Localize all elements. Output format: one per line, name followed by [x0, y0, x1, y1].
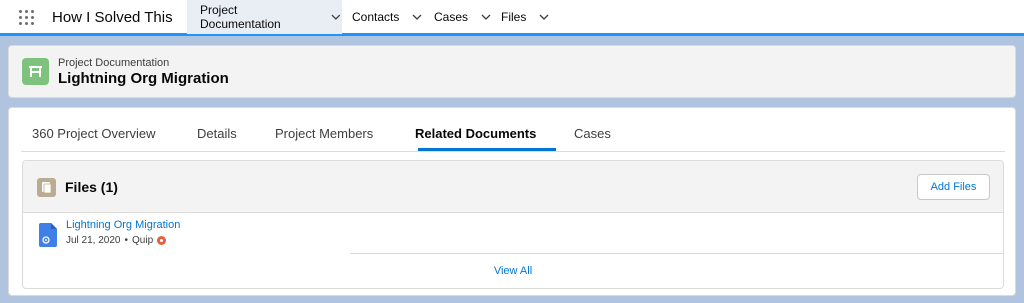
tab-details[interactable]: Details — [197, 126, 237, 141]
record-tabset: 360 Project Overview Details Project Mem… — [21, 108, 1005, 152]
files-title: Files (1) — [65, 179, 118, 195]
tab-cases[interactable]: Cases — [574, 126, 611, 141]
chevron-down-icon[interactable] — [411, 11, 423, 23]
tab-related-documents[interactable]: Related Documents — [415, 126, 536, 141]
files-header: Files (1) Add Files — [23, 161, 1003, 213]
app-name: How I Solved This — [52, 9, 173, 26]
project-documentation-icon — [22, 58, 49, 85]
divider — [350, 253, 1003, 254]
file-date: Jul 21, 2020 — [66, 235, 121, 246]
file-name-link[interactable]: Lightning Org Migration — [66, 219, 180, 231]
app-launcher-icon[interactable] — [19, 10, 35, 26]
nav-tab-cases[interactable]: Cases — [434, 0, 492, 34]
chevron-down-icon[interactable] — [538, 11, 550, 23]
nav-tab-label: Contacts — [352, 10, 400, 24]
global-nav-bar: How I Solved This Project Documentation … — [0, 0, 1024, 36]
files-icon — [37, 178, 56, 197]
quip-document-icon — [38, 223, 58, 247]
file-source: Quip — [132, 235, 154, 246]
chevron-down-icon[interactable] — [480, 11, 492, 23]
active-tab-indicator — [418, 148, 556, 151]
quip-icon — [157, 236, 167, 245]
tab-360-project-overview[interactable]: 360 Project Overview — [32, 126, 156, 141]
meta-separator: • — [124, 235, 129, 246]
nav-tab-project-documentation[interactable]: Project Documentation — [187, 0, 342, 34]
record-name: Lightning Org Migration — [58, 70, 229, 87]
nav-tab-label: Files — [501, 10, 527, 24]
tab-project-members[interactable]: Project Members — [275, 126, 373, 141]
nav-tab-label: Cases — [434, 10, 469, 24]
nav-tab-contacts[interactable]: Contacts — [352, 0, 423, 34]
add-files-button[interactable]: Add Files — [917, 174, 990, 200]
nav-tab-files[interactable]: Files — [501, 0, 550, 34]
chevron-down-icon[interactable] — [330, 11, 342, 23]
record-header: Project Documentation Lightning Org Migr… — [8, 45, 1016, 98]
files-related-list: Files (1) Add Files Lightning Org Migrat… — [22, 160, 1004, 289]
record-detail-card: 360 Project Overview Details Project Mem… — [8, 107, 1016, 296]
nav-tab-label: Project Documentation — [200, 3, 281, 31]
list-item: Lightning Org Migration Jul 21, 2020 • Q… — [23, 213, 1003, 253]
view-all-link[interactable]: View All — [23, 265, 1003, 277]
file-meta: Jul 21, 2020 • Quip — [66, 235, 167, 246]
record-type-label: Project Documentation — [58, 57, 170, 69]
